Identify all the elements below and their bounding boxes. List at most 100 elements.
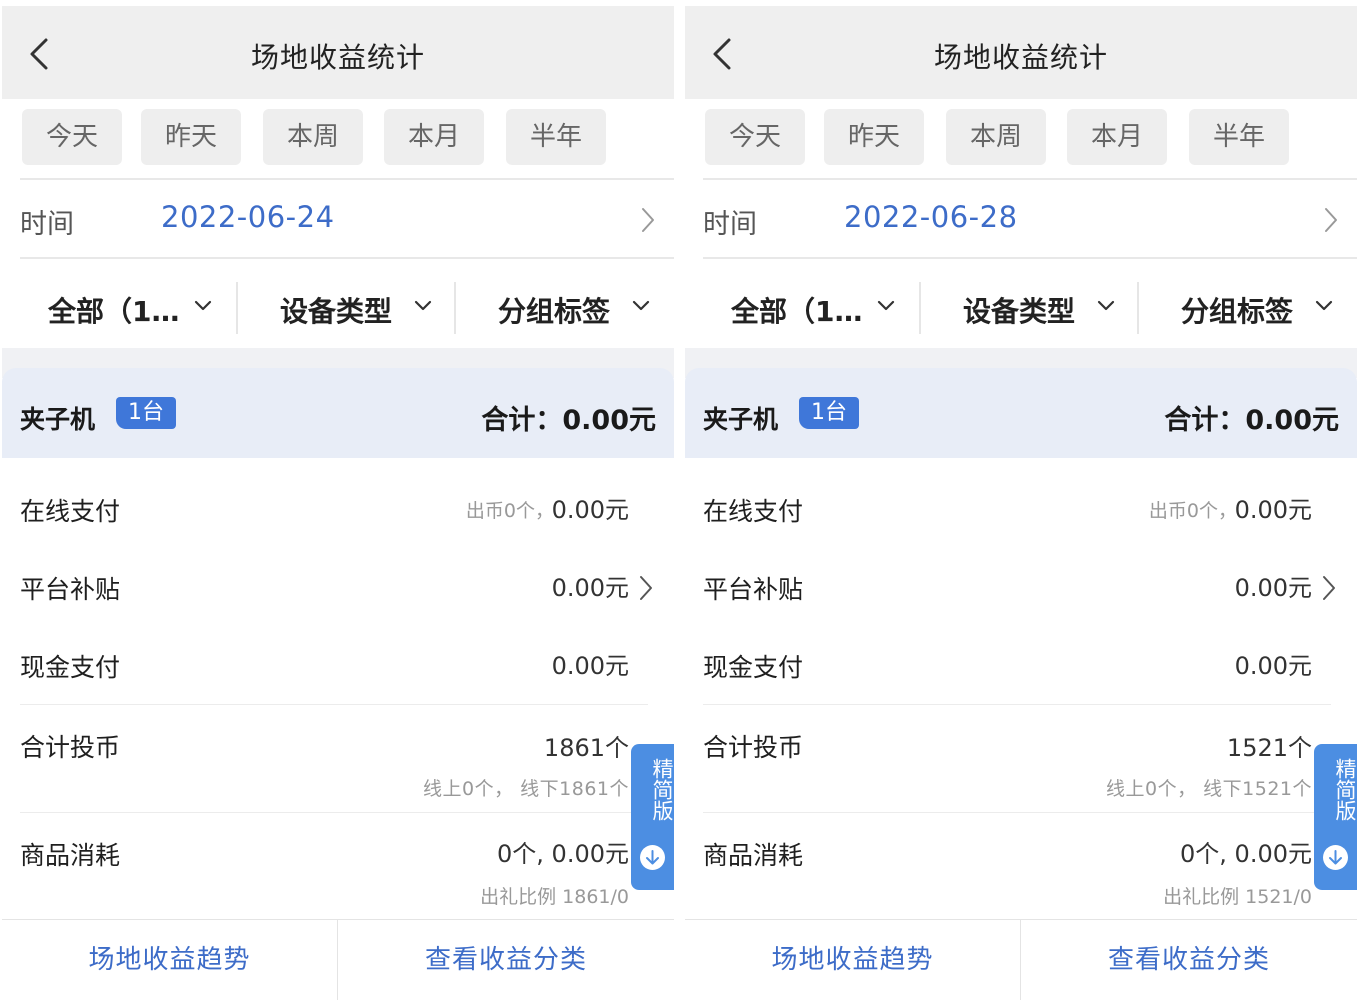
date-value: 2022-06-24 [161,200,335,234]
nav-header: 场地收益统计 [685,6,1357,99]
simple-mode-label: 精简版 [1333,758,1357,821]
row-total-coins: 合计投币 1521个 线上0个， 线下1521个 [685,712,1357,810]
tab-yesterday[interactable]: 昨天 [141,109,241,165]
revenue-screen-right: 场地收益统计 今天 昨天 本周 本月 半年 时间 2022-06-28 全部（1… [685,6,1357,1000]
row-label: 现金支付 [20,653,121,682]
row-subtext: 出礼比例 1521/0 [1163,886,1312,908]
time-label: 时间 [703,209,757,240]
simple-mode-button[interactable]: 精简版 [1314,744,1357,890]
time-label: 时间 [20,209,74,240]
tab-this-month[interactable]: 本月 [1067,109,1167,165]
filter-label: 分组标签 [498,295,611,328]
chevron-right-icon [1323,576,1335,600]
bottom-action-bar: 场地收益趋势 查看收益分类 [685,920,1357,1000]
row-label: 合计投币 [703,733,804,762]
chevron-down-icon [414,300,432,311]
filter-bar: 全部（1… 设备类型 分组标签 [685,260,1357,348]
filter-label: 设备类型 [280,295,393,328]
chevron-down-icon [1315,300,1333,311]
coins-out-note: 出币0个， [465,500,554,522]
tab-this-week[interactable]: 本周 [946,109,1046,165]
row-value: 0个, 0.00元 [1180,840,1312,868]
row-value: 0个, 0.00元 [497,840,629,868]
coins-out-note: 出币0个， [1148,500,1237,522]
row-goods-consumption: 商品消耗 0个, 0.00元 出礼比例 1861/0 [2,820,674,918]
row-value: 0.00元 [551,652,629,680]
chevron-right-icon [1325,208,1337,232]
bottom-action-bar: 场地收益趋势 查看收益分类 [2,920,674,1000]
row-platform-subsidy[interactable]: 平台补贴 0.00元 [685,554,1357,624]
category-header: 夹子机 1台 合计：0.00元 [685,368,1357,458]
divider [703,704,1331,705]
divider [20,257,674,259]
row-label: 商品消耗 [20,841,121,870]
row-value: 0.00元 [551,496,629,524]
simple-mode-label: 精简版 [650,758,674,821]
chevron-down-icon [632,300,650,311]
revenue-trend-button[interactable]: 场地收益趋势 [2,920,337,1000]
screen-gutter [674,0,685,1000]
simple-mode-button[interactable]: 精简版 [631,744,674,890]
row-label: 现金支付 [703,653,804,682]
page-title: 场地收益统计 [933,41,1108,74]
filter-all-devices[interactable]: 全部（1… [2,260,237,348]
revenue-trend-button[interactable]: 场地收益趋势 [685,920,1020,1000]
category-name: 夹子机 [703,405,779,434]
row-value: 0.00元 [1234,574,1312,602]
row-label: 平台补贴 [20,575,121,604]
row-value: 0.00元 [551,574,629,602]
divider [703,178,1357,180]
tab-this-month[interactable]: 本月 [384,109,484,165]
date-picker-row[interactable]: 时间 2022-06-24 [2,182,674,256]
tab-this-week[interactable]: 本周 [263,109,363,165]
row-platform-subsidy[interactable]: 平台补贴 0.00元 [2,554,674,624]
tab-today[interactable]: 今天 [705,109,805,165]
divider [703,812,1331,813]
row-subtext: 线上0个， 线下1521个 [1106,778,1312,800]
arrow-down-circle-icon [1323,845,1348,870]
arrow-down-circle-icon [640,845,665,870]
row-label: 在线支付 [703,497,804,526]
row-value: 1521个 [1226,734,1312,762]
tab-yesterday[interactable]: 昨天 [824,109,924,165]
filter-device-type[interactable]: 设备类型 [238,260,455,348]
chevron-right-icon [640,576,652,600]
filter-label: 全部（1… [731,295,863,328]
row-label: 平台补贴 [703,575,804,604]
filter-device-type[interactable]: 设备类型 [921,260,1138,348]
row-total-coins: 合计投币 1861个 线上0个， 线下1861个 [2,712,674,810]
screenshot-pair: 场地收益统计 今天 昨天 本周 本月 半年 时间 2022-06-24 全部（1… [0,0,1358,1000]
nav-header: 场地收益统计 [2,6,674,99]
device-count-badge: 1台 [116,397,176,429]
row-subtext: 线上0个， 线下1861个 [423,778,629,800]
device-count-badge: 1台 [799,397,859,429]
tab-half-year[interactable]: 半年 [506,109,606,165]
filter-group-tag[interactable]: 分组标签 [1139,260,1357,348]
revenue-category-button[interactable]: 查看收益分类 [338,920,674,1000]
row-label: 商品消耗 [703,841,804,870]
date-picker-row[interactable]: 时间 2022-06-28 [685,182,1357,256]
row-goods-consumption: 商品消耗 0个, 0.00元 出礼比例 1521/0 [685,820,1357,918]
tab-half-year[interactable]: 半年 [1189,109,1289,165]
row-cash-payment: 现金支付 0.00元 [685,632,1357,702]
category-name: 夹子机 [20,405,96,434]
category-header: 夹子机 1台 合计：0.00元 [2,368,674,458]
row-cash-payment: 现金支付 0.00元 [2,632,674,702]
chevron-down-icon [1097,300,1115,311]
filter-all-devices[interactable]: 全部（1… [685,260,920,348]
chevron-down-icon [194,300,212,311]
category-total: 合计：0.00元 [1164,405,1339,436]
filter-label: 全部（1… [48,295,180,328]
date-value: 2022-06-28 [844,200,1018,234]
tab-today[interactable]: 今天 [22,109,122,165]
category-total: 合计：0.00元 [481,405,656,436]
chevron-down-icon [877,300,895,311]
divider [20,178,674,180]
row-value: 0.00元 [1234,496,1312,524]
filter-group-tag[interactable]: 分组标签 [456,260,674,348]
row-value: 1861个 [543,734,629,762]
row-label: 在线支付 [20,497,121,526]
page-title: 场地收益统计 [250,41,425,74]
revenue-category-button[interactable]: 查看收益分类 [1021,920,1357,1000]
row-online-payment: 在线支付 出币0个， 0.00元 [2,476,674,546]
